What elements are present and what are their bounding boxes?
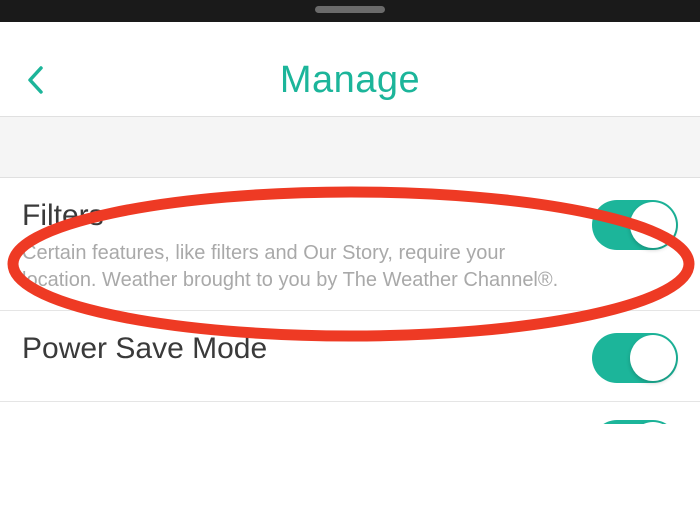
filters-toggle[interactable] — [592, 200, 678, 250]
power-save-title: Power Save Mode — [22, 331, 580, 367]
settings-list: Filters Certain features, like filters a… — [0, 178, 700, 424]
status-bar — [0, 22, 700, 44]
section-spacer — [0, 116, 700, 178]
page-title: Manage — [0, 59, 700, 102]
power-save-toggle[interactable] — [592, 333, 678, 383]
nav-header: Manage — [0, 44, 700, 116]
filters-title: Filters — [22, 198, 580, 234]
settings-row-travel: Travel Mode — [0, 402, 700, 424]
toggle-knob — [630, 422, 676, 424]
filters-description: Certain features, like filters and Our S… — [22, 240, 580, 294]
travel-toggle[interactable] — [592, 420, 678, 424]
settings-row-power-save: Power Save Mode — [0, 311, 700, 402]
back-button[interactable] — [18, 58, 52, 102]
chevron-left-icon — [26, 66, 44, 94]
grabber-handle — [315, 6, 385, 13]
toggle-knob — [630, 335, 676, 381]
settings-row-filters: Filters Certain features, like filters a… — [0, 178, 700, 311]
travel-title: Travel Mode — [22, 422, 580, 424]
toggle-knob — [630, 202, 676, 248]
device-top-bar — [0, 0, 700, 22]
